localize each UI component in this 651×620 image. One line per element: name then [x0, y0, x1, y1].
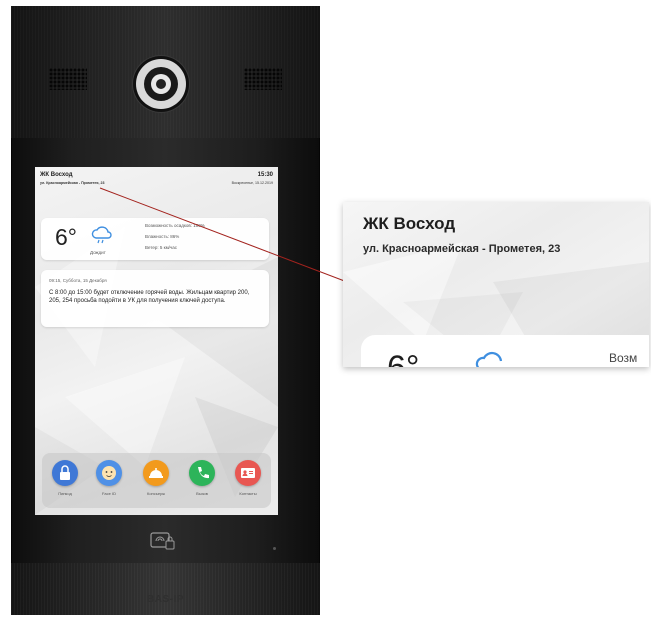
phone-icon	[189, 460, 215, 486]
dock-label: Контакты	[239, 491, 257, 496]
notice-card[interactable]: 09:15, Суббота, 15 Декабря С 8:00 до 15:…	[41, 270, 269, 327]
zoom-temperature: 6°	[387, 349, 420, 367]
dock-item-contacts[interactable]: Контакты	[228, 460, 268, 496]
dock-item-call[interactable]: Вызов	[182, 460, 222, 496]
zoom-cloud-icon	[475, 351, 503, 367]
app-dock: Пинкод Face ID Консьерж Вызов Контакты	[42, 453, 271, 508]
temperature: 6°	[55, 224, 77, 250]
clock-time: 15:30	[257, 172, 273, 178]
dock-label: Пинкод	[58, 491, 72, 496]
intercom-screen: ЖК Восход ул. Красноармейская - Прометея…	[35, 167, 278, 515]
weather-condition: Дождит	[90, 250, 106, 255]
dock-item-face-id[interactable]: Face ID	[89, 460, 129, 496]
lock-icon	[52, 460, 78, 486]
address: ул. Красноармейская - Прометея, 23	[40, 181, 105, 185]
speaker-grille-left	[49, 68, 87, 90]
dock-item-pincode[interactable]: Пинкод	[45, 460, 85, 496]
contacts-icon	[235, 460, 261, 486]
zoom-callout: ЖК Восход ул. Красноармейская - Прометея…	[343, 202, 649, 367]
dock-item-concierge[interactable]: Консьерж	[136, 460, 176, 496]
dock-label: Вызов	[196, 491, 208, 496]
precipitation: Возможность осадков: 100%	[145, 223, 205, 228]
stage: BAS-IP ЖК Восход ул. Красноармейская - П…	[0, 0, 651, 620]
concierge-bell-icon	[143, 460, 169, 486]
screen-header: ЖК Восход ул. Красноармейская - Прометея…	[40, 172, 273, 192]
notice-datetime: 09:15, Суббота, 15 Декабря	[49, 278, 107, 283]
zoom-address: ул. Красноармейская - Прометея, 23	[363, 243, 561, 255]
microphone-dot	[273, 547, 276, 550]
nfc-reader-icon	[150, 532, 175, 550]
complex-name: ЖК Восход	[40, 172, 73, 178]
speaker-grille-right	[244, 68, 282, 90]
weather-card: 6° Дождит Возможность осадков: 100% Влаж…	[41, 218, 269, 260]
camera-icon	[136, 59, 186, 109]
zoom-complex-name: ЖК Восход	[363, 214, 456, 233]
dock-label: Face ID	[101, 491, 116, 496]
clock-date: Воскресенье, 15.12.2019	[231, 181, 273, 185]
panel-bottom	[11, 563, 320, 615]
wind: Ветер: 5 км/час	[145, 245, 178, 250]
zoom-truncated-text: Возм	[609, 351, 638, 365]
face-icon	[96, 460, 122, 486]
dock-label: Консьерж	[147, 491, 165, 496]
notice-text: С 8:00 до 15:00 будет отключение горячей…	[49, 290, 250, 304]
humidity: Влажность: 86%	[145, 234, 180, 239]
cloud-rain-icon	[91, 226, 112, 244]
brand-logo: BAS-IP	[147, 594, 184, 605]
